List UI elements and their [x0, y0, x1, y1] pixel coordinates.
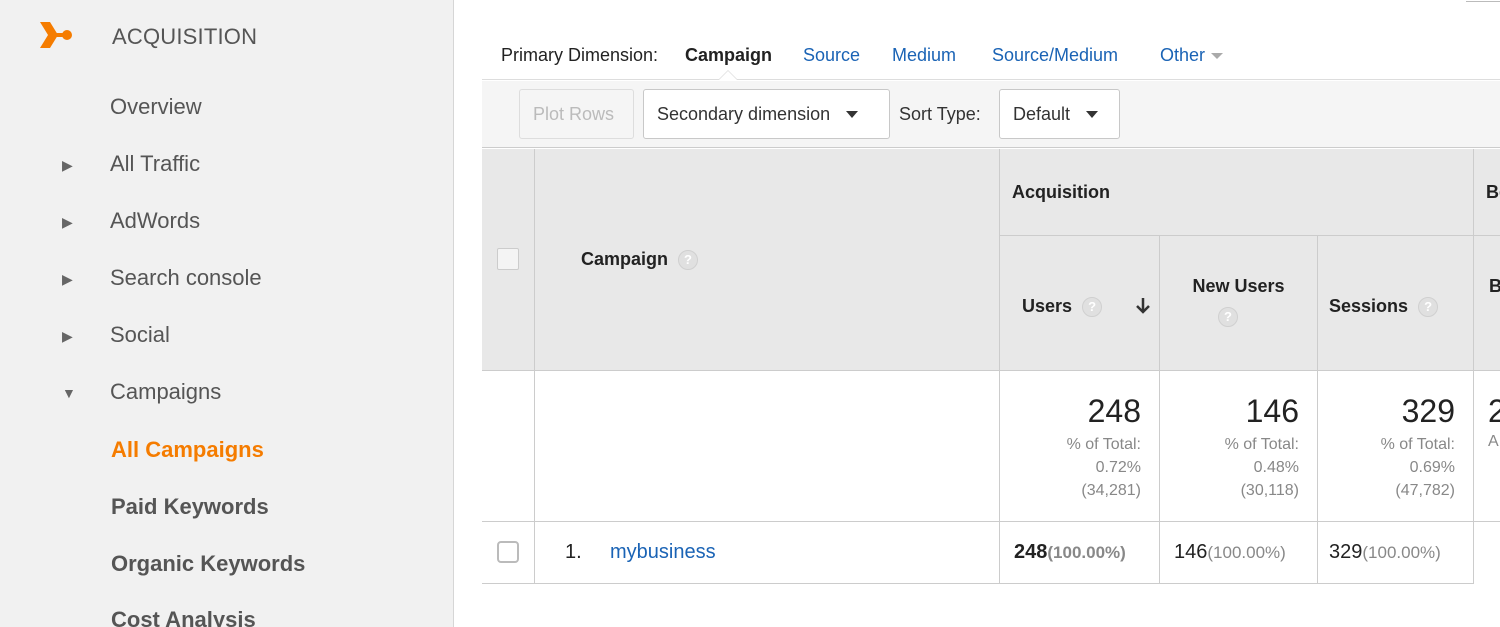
- plot-rows-button[interactable]: Plot Rows: [519, 89, 634, 139]
- row-checkbox-cell: [482, 522, 535, 584]
- sidebar-item-adwords[interactable]: AdWords: [110, 208, 200, 234]
- bounce-column-header[interactable]: B: [1474, 236, 1500, 371]
- help-icon[interactable]: ?: [678, 250, 699, 271]
- acquisition-title: ACQUISITION: [112, 24, 258, 49]
- chevron-down-icon: [1086, 110, 1099, 118]
- expand-arrow-icon[interactable]: ▶: [62, 328, 73, 345]
- help-icon[interactable]: ?: [1218, 307, 1238, 327]
- sort-type-label: Sort Type:: [899, 104, 981, 124]
- acquisition-icon: [40, 22, 72, 48]
- primary-dimension-label: Primary Dimension:: [501, 45, 659, 65]
- dimension-other-dropdown[interactable]: Other: [1160, 45, 1224, 66]
- row-users-value: 248(100.00%): [1014, 541, 1126, 563]
- dimension-link-other: Other: [1160, 45, 1206, 65]
- sort-type-dropdown[interactable]: Default: [999, 89, 1120, 139]
- totals-campaign-cell: [535, 371, 1000, 522]
- dropdown-arrow-icon: [1211, 53, 1224, 60]
- table-row-campaign-cell: 1. mybusiness: [535, 522, 1000, 584]
- row-select-checkbox[interactable]: [497, 541, 519, 563]
- expand-arrow-icon[interactable]: ▶: [62, 271, 73, 288]
- dimension-link-source[interactable]: Source: [803, 45, 860, 66]
- report-panel: Primary Dimension: Campaign Source Mediu…: [482, 0, 1500, 627]
- totals-users-cell: 248 % of Total: 0.72% (34,281): [1000, 371, 1160, 522]
- plot-rows-label: Plot Rows: [533, 103, 615, 124]
- total-new-users-value: 146: [1245, 393, 1299, 429]
- sidebar-item-all-traffic[interactable]: All Traffic: [110, 151, 200, 177]
- sidebar-nav: ACQUISITION Overview ▶ All Traffic ▶ AdW…: [0, 0, 454, 627]
- chevron-down-icon: [846, 110, 859, 118]
- select-all-checkbox[interactable]: [497, 248, 519, 270]
- active-dimension-pointer: [718, 70, 738, 80]
- help-icon[interactable]: ?: [1082, 297, 1103, 318]
- expand-arrow-icon[interactable]: ▶: [62, 157, 73, 174]
- behavior-group-header: Be: [1474, 149, 1500, 236]
- new-users-column-header[interactable]: New Users ?: [1160, 236, 1318, 371]
- row-index: 1.: [565, 541, 582, 563]
- bounce-header-label: B: [1489, 276, 1500, 296]
- campaign-link[interactable]: mybusiness: [610, 541, 716, 564]
- users-header-label: Users?: [1022, 296, 1103, 318]
- select-all-header: [482, 149, 535, 371]
- acquisition-group-header: Acquisition: [1000, 149, 1474, 236]
- behavior-group-label: Be: [1486, 182, 1500, 202]
- top-divider: [1466, 0, 1500, 2]
- campaign-header-label: Campaign?: [581, 249, 699, 271]
- total-partial-sub: A: [1488, 433, 1499, 450]
- sidebar-subitem-all-campaigns[interactable]: All Campaigns: [111, 437, 264, 463]
- sidebar-subitem-cost-analysis[interactable]: Cost Analysis: [111, 607, 256, 627]
- new-users-header-label: New Users: [1192, 276, 1285, 296]
- total-partial-value: 2: [1488, 393, 1500, 429]
- totals-new-users-cell: 146 % of Total: 0.48% (30,118): [1160, 371, 1318, 522]
- sidebar-item-search-console[interactable]: Search console: [110, 265, 262, 291]
- sidebar-item-campaigns[interactable]: Campaigns: [110, 379, 221, 405]
- total-users-value: 248: [1087, 393, 1141, 429]
- total-users-summary: % of Total: 0.72% (34,281): [1066, 436, 1141, 499]
- dimension-campaign-active: Campaign: [685, 45, 773, 65]
- total-new-users-summary: % of Total: 0.48% (30,118): [1224, 436, 1299, 499]
- table-row-users-cell: 248(100.00%): [1000, 522, 1160, 584]
- acquisition-group-label: Acquisition: [1012, 182, 1110, 202]
- sessions-column-header[interactable]: Sessions?: [1318, 236, 1474, 371]
- total-sessions-value: 329: [1401, 393, 1455, 429]
- sessions-header-label: Sessions?: [1329, 296, 1439, 318]
- primary-dimension-bar: Primary Dimension: Campaign Source Mediu…: [482, 28, 1500, 80]
- collapse-arrow-icon[interactable]: ▼: [62, 385, 76, 401]
- acquisition-section-header[interactable]: ACQUISITION: [38, 18, 257, 54]
- sort-descending-icon[interactable]: [1134, 296, 1152, 316]
- row-new-users-value: 146(100.00%): [1174, 541, 1286, 563]
- totals-sessions-cell: 329 % of Total: 0.69% (47,782): [1318, 371, 1474, 522]
- table-row-new-users-cell: 146(100.00%): [1160, 522, 1318, 584]
- sidebar-subitem-paid-keywords[interactable]: Paid Keywords: [111, 494, 269, 520]
- secondary-dimension-dropdown[interactable]: Secondary dimension: [643, 89, 890, 139]
- sidebar-item-social[interactable]: Social: [110, 322, 170, 348]
- dimension-link-medium[interactable]: Medium: [892, 45, 956, 66]
- data-table: Campaign? Acquisition Be Users? New User…: [482, 149, 1500, 584]
- help-icon[interactable]: ?: [1418, 297, 1439, 318]
- table-toolbar: Plot Rows Secondary dimension Sort Type:…: [482, 81, 1500, 148]
- totals-partial-cell: 2 A: [1474, 371, 1500, 522]
- users-column-header[interactable]: Users?: [1000, 236, 1160, 371]
- totals-checkbox-cell: [482, 371, 535, 522]
- campaign-column-header[interactable]: Campaign?: [535, 149, 1000, 371]
- sidebar-subitem-organic-keywords[interactable]: Organic Keywords: [111, 551, 305, 577]
- row-sessions-value: 329(100.00%): [1329, 541, 1441, 563]
- dimension-link-source-medium[interactable]: Source/Medium: [992, 45, 1118, 66]
- total-sessions-summary: % of Total: 0.69% (47,782): [1380, 436, 1455, 499]
- sort-type-value: Default: [1013, 103, 1071, 124]
- sidebar-item-overview[interactable]: Overview: [110, 94, 202, 120]
- expand-arrow-icon[interactable]: ▶: [62, 214, 73, 231]
- secondary-dimension-label: Secondary dimension: [657, 103, 831, 124]
- table-row-sessions-cell: 329(100.00%): [1318, 522, 1474, 584]
